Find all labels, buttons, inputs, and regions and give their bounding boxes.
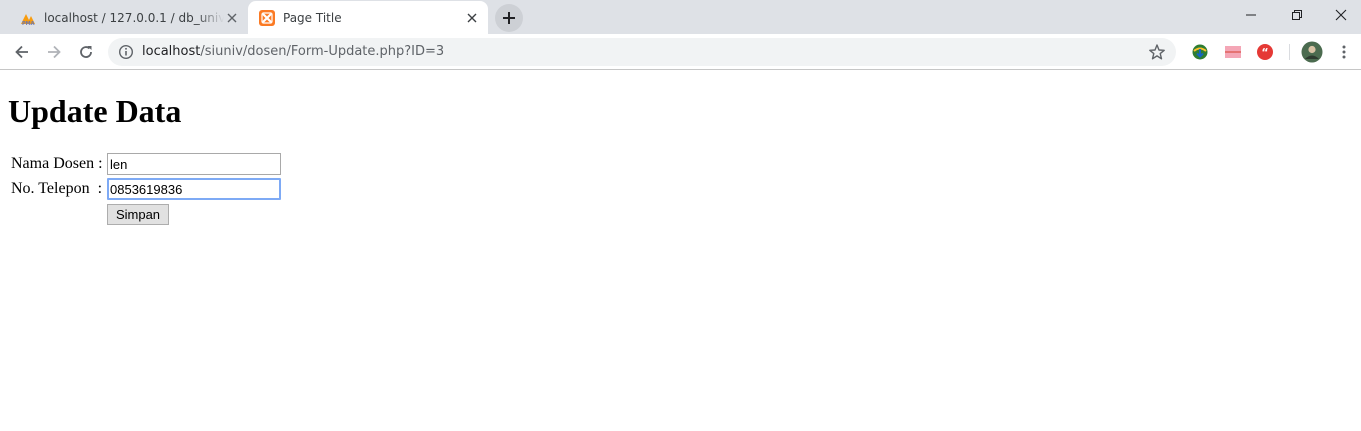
nama-dosen-label: Nama Dosen : bbox=[11, 155, 103, 172]
svg-text:“: “ bbox=[1261, 46, 1268, 59]
url-host: localhost bbox=[142, 44, 201, 59]
avatar[interactable] bbox=[1301, 41, 1323, 63]
restore-button[interactable] bbox=[1274, 0, 1320, 30]
no-telepon-label: No. Telepon : bbox=[11, 180, 103, 197]
minimize-icon bbox=[1246, 14, 1256, 16]
reload-icon bbox=[80, 46, 92, 58]
reload-button[interactable] bbox=[72, 38, 100, 66]
phpmyadmin-icon: PMA bbox=[21, 13, 35, 26]
toolbar-divider bbox=[1289, 44, 1290, 60]
tab-title: Page Title bbox=[283, 10, 342, 25]
svg-text:PMA: PMA bbox=[22, 21, 35, 26]
forward-button[interactable] bbox=[40, 38, 68, 66]
tab-phpmyadmin[interactable]: PMA localhost / 127.0.0.1 / db_universit… bbox=[0, 1, 248, 34]
url-text: localhost/siuniv/dosen/Form-Update.php?I… bbox=[142, 44, 444, 60]
xampp-icon bbox=[259, 9, 275, 26]
arrow-right-icon bbox=[48, 45, 61, 59]
nama-dosen-input[interactable] bbox=[107, 153, 281, 175]
url-path: /siuniv/dosen/Form-Update.php?ID=3 bbox=[200, 44, 445, 59]
close-tab-icon[interactable] bbox=[224, 10, 240, 26]
restore-icon bbox=[1292, 10, 1302, 20]
download-manager-extension-icon[interactable] bbox=[1191, 43, 1209, 61]
quote-extension-icon[interactable]: “ bbox=[1256, 43, 1274, 61]
arrow-left-icon bbox=[15, 45, 28, 59]
close-icon bbox=[1335, 9, 1346, 21]
info-icon[interactable] bbox=[118, 44, 134, 60]
back-button[interactable] bbox=[8, 38, 36, 66]
plus-icon bbox=[503, 12, 515, 24]
kebab-menu-icon bbox=[1342, 45, 1346, 59]
bookmark-star-icon[interactable] bbox=[1148, 43, 1166, 61]
tab-title: localhost / 127.0.0.1 / db_universitas bbox=[44, 10, 224, 25]
bookmark-extension-icon[interactable] bbox=[1224, 43, 1242, 61]
close-tab-icon[interactable] bbox=[464, 10, 480, 26]
page-title: Update Data bbox=[8, 93, 182, 129]
browser-toolbar: localhost/siuniv/dosen/Form-Update.php?I… bbox=[0, 34, 1361, 70]
close-window-button[interactable] bbox=[1320, 0, 1361, 30]
tab-strip: PMA localhost / 127.0.0.1 / db_universit… bbox=[0, 0, 1361, 34]
minimize-button[interactable] bbox=[1228, 0, 1274, 30]
menu-button[interactable] bbox=[1330, 38, 1358, 66]
simpan-button[interactable]: Simpan bbox=[107, 204, 169, 225]
tab-page-title[interactable]: Page Title bbox=[248, 1, 488, 34]
page-content: Update Data Nama Dosen : No. Telepon : S… bbox=[0, 71, 1361, 431]
no-telepon-input[interactable] bbox=[107, 178, 281, 200]
address-bar[interactable]: localhost/siuniv/dosen/Form-Update.php?I… bbox=[108, 38, 1176, 66]
new-tab-button[interactable] bbox=[495, 4, 523, 32]
